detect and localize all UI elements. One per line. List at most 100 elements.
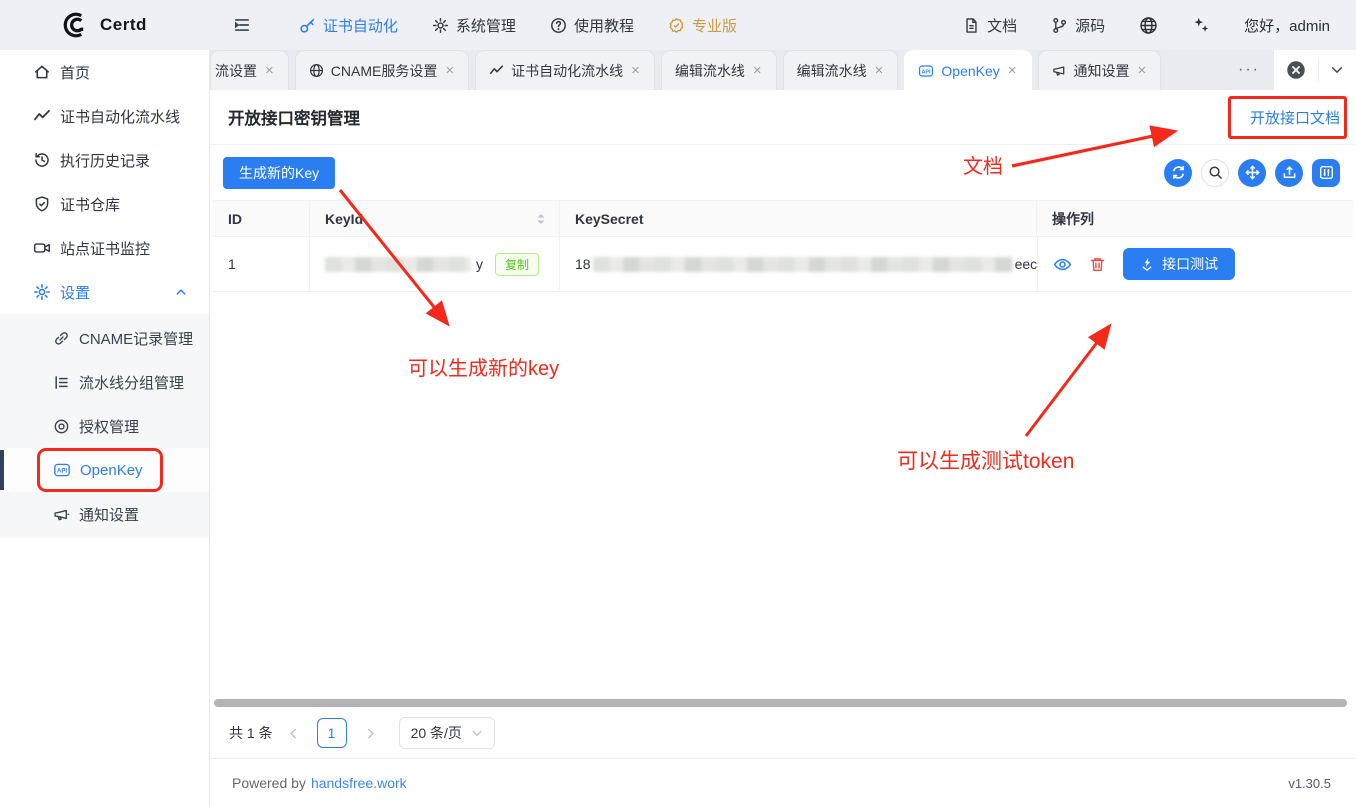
- cell-keysecret: 18 eec: [560, 237, 1038, 292]
- sidebar-item-label: 通知设置: [79, 504, 139, 525]
- collapse-menu-icon[interactable]: [233, 16, 251, 34]
- docs-link[interactable]: 文档: [963, 15, 1017, 36]
- close-icon[interactable]: ×: [752, 62, 763, 79]
- cell-id: 1: [213, 237, 310, 292]
- sidebar-item-notify-settings[interactable]: 通知设置: [0, 492, 209, 536]
- sidebar-item-label: 站点证书监控: [60, 238, 150, 259]
- sidebar-item-pipeline-groups[interactable]: 流水线分组管理: [0, 360, 209, 404]
- group-list-icon: [53, 374, 70, 391]
- close-icon[interactable]: ×: [1007, 62, 1018, 79]
- sidebar-item-cert-store[interactable]: 证书仓库: [0, 182, 209, 226]
- close-icon[interactable]: ×: [874, 62, 885, 79]
- chevron-down-icon[interactable]: [1330, 63, 1344, 77]
- column-settings-button[interactable]: [1312, 159, 1340, 187]
- close-icon[interactable]: ×: [264, 62, 275, 79]
- close-icon[interactable]: ×: [1137, 62, 1148, 79]
- sidebar-item-label: 证书仓库: [60, 194, 120, 215]
- export-button[interactable]: [1275, 159, 1303, 187]
- sidebar-item-label: 授权管理: [79, 416, 139, 437]
- trend-icon: [489, 63, 504, 78]
- copy-button[interactable]: 复制: [495, 253, 539, 276]
- page-size-value: 20 条/页: [411, 723, 462, 743]
- horizontal-scrollbar[interactable]: [214, 699, 1347, 707]
- sidebar: 首页 证书自动化流水线 执行历史记录: [0, 50, 210, 807]
- sidebar-item-settings[interactable]: 设置: [0, 270, 209, 314]
- nav-cert-automation[interactable]: 证书自动化: [299, 15, 398, 36]
- column-header-id: ID: [213, 200, 310, 237]
- tab-edit-pipeline-2[interactable]: 编辑流水线 ×: [783, 50, 899, 90]
- link-label: 文档: [987, 15, 1017, 36]
- tab-edit-pipeline-1[interactable]: 编辑流水线 ×: [661, 50, 777, 90]
- cell-operations: 接口测试: [1038, 237, 1353, 292]
- column-header-operations: 操作列: [1037, 200, 1353, 237]
- nav-system-manage[interactable]: 系统管理: [432, 15, 516, 36]
- bolt-test-icon: [1140, 257, 1154, 271]
- refresh-button[interactable]: [1164, 159, 1192, 187]
- globe-icon[interactable]: [1139, 16, 1158, 35]
- nav-tutorial[interactable]: 使用教程: [550, 15, 634, 36]
- page-number[interactable]: 1: [317, 718, 347, 748]
- handsfree-link[interactable]: handsfree.work: [311, 775, 407, 791]
- sparkles-icon[interactable]: [1192, 16, 1210, 34]
- generate-key-button[interactable]: 生成新的Key: [223, 157, 335, 189]
- header-right: 文档 源码 您好，admin: [963, 15, 1330, 36]
- row-height-button[interactable]: [1238, 159, 1266, 187]
- delete-icon[interactable]: [1089, 256, 1106, 273]
- sidebar-item-home[interactable]: 首页: [0, 50, 209, 94]
- nav-pro-edition[interactable]: 专业版: [668, 15, 737, 36]
- divider: [1318, 59, 1319, 81]
- question-icon: [550, 17, 567, 34]
- tab-label: OpenKey: [941, 63, 999, 79]
- api-test-button[interactable]: 接口测试: [1123, 248, 1235, 280]
- source-code-link[interactable]: 源码: [1051, 15, 1105, 36]
- redacted-keysecret: [593, 257, 1013, 272]
- target-icon: [53, 418, 70, 435]
- sidebar-item-auth-manage[interactable]: 授权管理: [0, 404, 209, 448]
- tab-label: 流设置: [215, 61, 257, 81]
- redacted-keyid: [325, 257, 471, 272]
- sidebar-item-label: 执行历史记录: [60, 150, 150, 171]
- pro-badge-icon: [668, 17, 685, 34]
- close-icon[interactable]: ×: [444, 62, 455, 79]
- top-nav: 证书自动化 系统管理 使用教程: [299, 15, 737, 36]
- svg-text:API: API: [57, 469, 67, 475]
- tab-notify-settings[interactable]: 通知设置 ×: [1038, 50, 1162, 90]
- history-icon: [33, 151, 51, 169]
- brand-logo[interactable]: Certd: [60, 10, 147, 40]
- api-icon: API: [918, 63, 934, 79]
- table-header-row: ID KeyId KeySecret 操作列: [213, 200, 1353, 237]
- sidebar-item-pipeline[interactable]: 证书自动化流水线: [0, 94, 209, 138]
- close-all-tabs-button[interactable]: [1286, 60, 1306, 80]
- user-greeting[interactable]: 您好，admin: [1244, 15, 1330, 36]
- tab-cert-pipeline[interactable]: 证书自动化流水线 ×: [475, 50, 655, 90]
- sidebar-item-openkey[interactable]: API OpenKey: [0, 448, 209, 492]
- nav-label: 使用教程: [574, 15, 634, 36]
- action-row: 生成新的Key: [210, 145, 1356, 200]
- video-camera-icon: [33, 239, 51, 257]
- sidebar-item-site-monitor[interactable]: 站点证书监控: [0, 226, 209, 270]
- empty-area: [210, 292, 1356, 699]
- tab-cname-service[interactable]: CNAME服务设置 ×: [295, 50, 469, 90]
- open-api-doc-link[interactable]: 开放接口文档: [1250, 107, 1340, 128]
- sidebar-item-cname-records[interactable]: CNAME记录管理: [0, 316, 209, 360]
- search-button[interactable]: [1201, 159, 1229, 187]
- page-size-select[interactable]: 20 条/页: [399, 717, 495, 749]
- sidebar-item-label: CNAME记录管理: [79, 328, 193, 349]
- tab-label: CNAME服务设置: [331, 61, 438, 81]
- page-title: 开放接口密钥管理: [228, 105, 360, 129]
- tab-openkey[interactable]: API OpenKey ×: [904, 50, 1031, 90]
- view-icon[interactable]: [1053, 255, 1072, 274]
- close-icon[interactable]: ×: [630, 62, 641, 79]
- tab-settings-partial[interactable]: 流设置 ×: [210, 50, 289, 90]
- sidebar-item-label: 首页: [60, 62, 90, 83]
- certd-logo-icon: [60, 10, 90, 40]
- sidebar-item-history[interactable]: 执行历史记录: [0, 138, 209, 182]
- chevron-right-icon[interactable]: [362, 727, 379, 740]
- tab-label: 证书自动化流水线: [511, 61, 623, 81]
- total-count: 共 1 条: [229, 723, 273, 743]
- home-icon: [33, 63, 51, 81]
- tab-controls: [1274, 50, 1356, 90]
- tab-more-button[interactable]: ···: [1224, 61, 1274, 79]
- sort-icon[interactable]: [535, 212, 547, 226]
- chevron-left-icon[interactable]: [285, 727, 302, 740]
